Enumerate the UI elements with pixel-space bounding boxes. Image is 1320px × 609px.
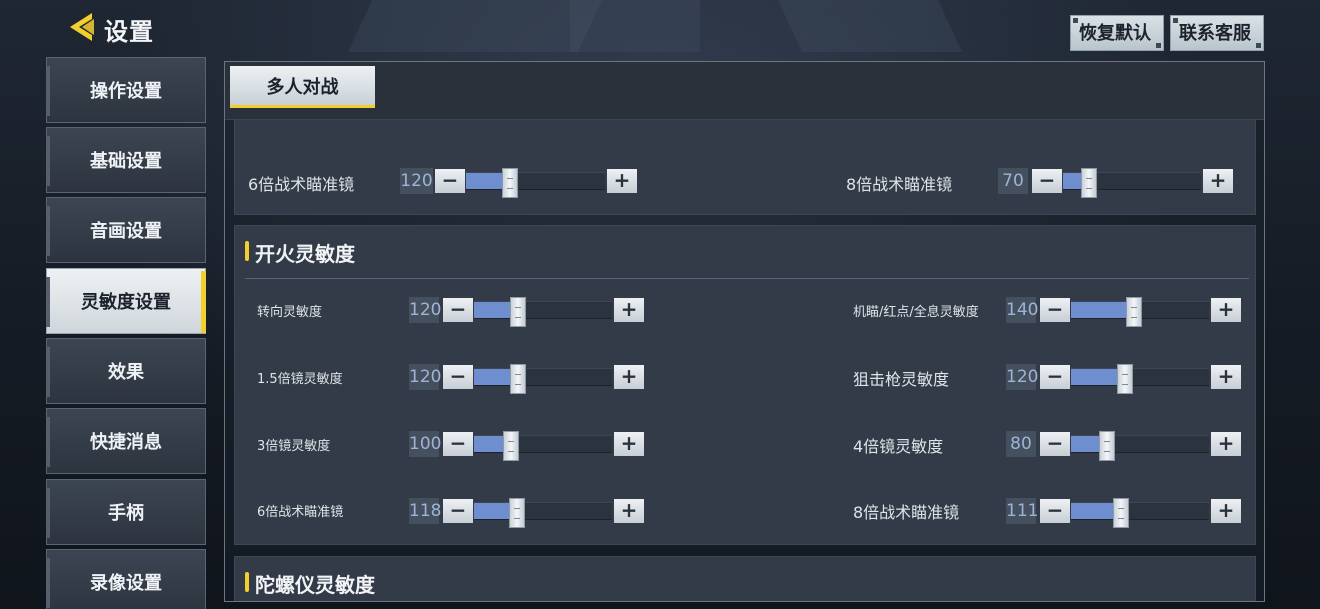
setting-label: 8倍战术瞄准镜 bbox=[853, 503, 960, 522]
increase-button[interactable]: + bbox=[614, 432, 644, 456]
background-shape bbox=[570, 0, 700, 52]
slider-thumb[interactable] bbox=[1081, 168, 1098, 198]
sidebar-item-effects[interactable]: 效果 bbox=[46, 338, 206, 404]
sensitivity-slider[interactable] bbox=[1071, 431, 1209, 461]
increase-button[interactable]: + bbox=[1211, 365, 1241, 389]
setting-value: 100 bbox=[409, 431, 441, 457]
sidebar-item-label: 录像设置 bbox=[90, 573, 162, 594]
slider-thumb[interactable] bbox=[1116, 364, 1133, 394]
back-button[interactable] bbox=[66, 9, 98, 45]
decrease-button[interactable]: − bbox=[443, 432, 473, 456]
setting-label: 6倍战术瞄准镜 bbox=[257, 505, 344, 520]
increase-button[interactable]: + bbox=[1211, 298, 1241, 322]
decrease-button[interactable]: − bbox=[1040, 298, 1070, 322]
section-divider bbox=[245, 278, 1249, 279]
setting-value: 120 bbox=[409, 364, 441, 390]
decrease-button[interactable]: − bbox=[1040, 432, 1070, 456]
sidebar-item-quick-messages[interactable]: 快捷消息 bbox=[46, 408, 206, 474]
sensitivity-slider[interactable] bbox=[466, 168, 605, 198]
sensitivity-slider[interactable] bbox=[474, 297, 612, 327]
sensitivity-slider[interactable] bbox=[1071, 364, 1209, 394]
sidebar-item-label: 效果 bbox=[108, 362, 144, 383]
slider-thumb[interactable] bbox=[508, 498, 525, 528]
setting-value: 70 bbox=[998, 168, 1028, 194]
setting-value: 80 bbox=[1006, 431, 1036, 457]
settings-sidebar: 操作设置 基础设置 音画设置 灵敏度设置 效果 快捷消息 手柄 录像设置 bbox=[46, 57, 206, 609]
sidebar-item-label: 操作设置 bbox=[90, 81, 162, 102]
setting-label: 6倍战术瞄准镜 bbox=[248, 175, 355, 194]
increase-button[interactable]: + bbox=[1211, 499, 1241, 523]
decrease-button[interactable]: − bbox=[443, 365, 473, 389]
decrease-button[interactable]: − bbox=[1032, 169, 1062, 193]
decrease-button[interactable]: − bbox=[443, 298, 473, 322]
tab-multiplayer[interactable]: 多人对战 bbox=[230, 66, 375, 108]
background-shape bbox=[347, 0, 603, 52]
slider-thumb[interactable] bbox=[510, 364, 527, 394]
sidebar-item-basic[interactable]: 基础设置 bbox=[46, 127, 206, 193]
increase-button[interactable]: + bbox=[614, 499, 644, 523]
setting-label: 8倍战术瞄准镜 bbox=[846, 175, 953, 194]
slider-fill bbox=[1071, 302, 1135, 318]
setting-value: 140 bbox=[1006, 297, 1038, 323]
sensitivity-slider[interactable] bbox=[1063, 168, 1201, 198]
sidebar-item-sensitivity[interactable]: 灵敏度设置 bbox=[46, 268, 206, 334]
setting-value: 118 bbox=[409, 498, 441, 524]
section-title: 陀螺仪灵敏度 bbox=[245, 569, 375, 598]
sensitivity-slider[interactable] bbox=[1071, 297, 1209, 327]
increase-button[interactable]: + bbox=[1211, 432, 1241, 456]
setting-label: 机瞄/红点/全息灵敏度 bbox=[853, 305, 979, 320]
sidebar-item-label: 灵敏度设置 bbox=[81, 292, 171, 313]
setting-value: 120 bbox=[1006, 364, 1038, 390]
sensitivity-slider[interactable] bbox=[474, 364, 612, 394]
setting-value: 111 bbox=[1006, 498, 1038, 524]
decrease-button[interactable]: − bbox=[443, 499, 473, 523]
slider-thumb[interactable] bbox=[1126, 297, 1143, 327]
increase-button[interactable]: + bbox=[607, 169, 637, 193]
setting-label: 狙击枪灵敏度 bbox=[853, 370, 950, 389]
slider-thumb[interactable] bbox=[510, 297, 527, 327]
increase-button[interactable]: + bbox=[614, 298, 644, 322]
sensitivity-slider[interactable] bbox=[474, 498, 612, 528]
sidebar-item-label: 快捷消息 bbox=[90, 432, 162, 453]
setting-label: 1.5倍镜灵敏度 bbox=[257, 372, 343, 387]
slider-thumb[interactable] bbox=[1112, 498, 1129, 528]
decrease-button[interactable]: − bbox=[435, 169, 465, 193]
setting-value: 120 bbox=[400, 168, 433, 194]
increase-button[interactable]: + bbox=[1203, 169, 1233, 193]
decrease-button[interactable]: − bbox=[1040, 365, 1070, 389]
setting-label: 4倍镜灵敏度 bbox=[853, 437, 944, 456]
slider-thumb[interactable] bbox=[1098, 431, 1115, 461]
gyro-sensitivity-section: 陀螺仪灵敏度 bbox=[234, 556, 1256, 601]
slider-thumb[interactable] bbox=[503, 431, 520, 461]
setting-value: 120 bbox=[409, 297, 441, 323]
sidebar-item-audio-video[interactable]: 音画设置 bbox=[46, 197, 206, 263]
settings-panel: 多人对战 6倍战术瞄准镜 120 − + 8倍战术瞄准镜 70 − + 开火灵敏… bbox=[224, 61, 1265, 602]
page-title: 设置 bbox=[104, 18, 154, 46]
sidebar-item-controls[interactable]: 操作设置 bbox=[46, 57, 206, 123]
sensitivity-slider[interactable] bbox=[474, 431, 612, 461]
panel-tab-bar: 多人对战 bbox=[225, 62, 1264, 120]
contact-support-button[interactable]: 联系客服 bbox=[1170, 15, 1264, 51]
sidebar-item-label: 音画设置 bbox=[90, 221, 162, 242]
sidebar-item-label: 手柄 bbox=[108, 503, 144, 524]
background-shape bbox=[777, 0, 963, 52]
setting-label: 转向灵敏度 bbox=[257, 305, 323, 320]
back-arrow-icon bbox=[70, 13, 94, 41]
sidebar-item-recording[interactable]: 录像设置 bbox=[46, 549, 206, 609]
reset-defaults-button[interactable]: 恢复默认 bbox=[1070, 15, 1164, 51]
sensitivity-slider[interactable] bbox=[1071, 498, 1209, 528]
slider-thumb[interactable] bbox=[502, 168, 519, 198]
fire-sensitivity-section: 开火灵敏度 转向灵敏度 120 − + 1.5倍镜灵敏度 120 − + 3倍镜… bbox=[234, 225, 1256, 545]
sidebar-item-gamepad[interactable]: 手柄 bbox=[46, 479, 206, 545]
increase-button[interactable]: + bbox=[614, 365, 644, 389]
decrease-button[interactable]: − bbox=[1040, 499, 1070, 523]
section-title: 开火灵敏度 bbox=[245, 238, 355, 267]
setting-label: 3倍镜灵敏度 bbox=[257, 439, 331, 454]
sidebar-item-label: 基础设置 bbox=[90, 151, 162, 172]
